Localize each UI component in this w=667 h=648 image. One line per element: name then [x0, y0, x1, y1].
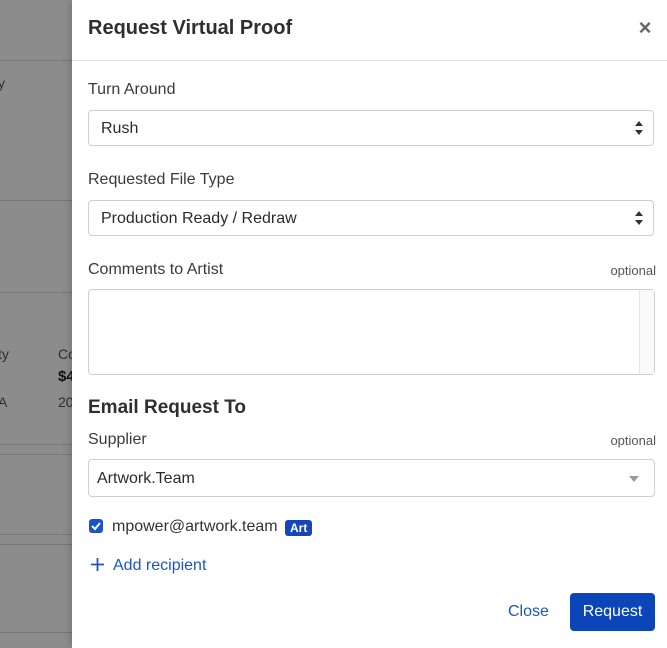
comments-textarea[interactable]: [88, 289, 655, 375]
drawer-header: Request Virtual Proof ×: [72, 0, 667, 61]
file-type-select[interactable]: Production Ready / Redraw: [88, 200, 654, 236]
turn-around-label: Turn Around: [88, 81, 176, 98]
recipient-checkbox[interactable]: [89, 519, 103, 533]
close-icon[interactable]: ×: [635, 16, 655, 40]
select-arrows-icon: [635, 121, 643, 135]
add-recipient-label: Add recipient: [113, 557, 207, 574]
close-button[interactable]: Close: [508, 603, 549, 621]
supplier-optional: optional: [610, 433, 656, 448]
chevron-down-icon: [629, 476, 639, 482]
file-type-label: Requested File Type: [88, 171, 235, 188]
email-section-title: Email Request To: [88, 397, 247, 418]
comments-label: Comments to Artist: [88, 261, 224, 278]
recipient-email: mpower@artwork.team: [112, 518, 278, 535]
request-button[interactable]: Request: [570, 593, 655, 631]
supplier-label: Supplier: [88, 431, 147, 448]
turn-around-select[interactable]: Rush: [88, 110, 654, 146]
supplier-value: Artwork.Team: [97, 470, 195, 487]
supplier-select[interactable]: Artwork.Team: [88, 459, 655, 497]
check-icon: [91, 522, 101, 531]
textarea-scrollbar[interactable]: [639, 290, 654, 374]
plus-icon: [91, 558, 104, 571]
request-proof-drawer: Request Virtual Proof × Turn Around Rush…: [72, 0, 667, 648]
recipient-role-badge: Art: [285, 520, 313, 536]
select-arrows-icon: [635, 211, 643, 225]
file-type-value: Production Ready / Redraw: [101, 210, 297, 227]
drawer-title: Request Virtual Proof: [88, 17, 293, 39]
turn-around-value: Rush: [101, 120, 139, 137]
comments-optional: optional: [610, 263, 656, 278]
